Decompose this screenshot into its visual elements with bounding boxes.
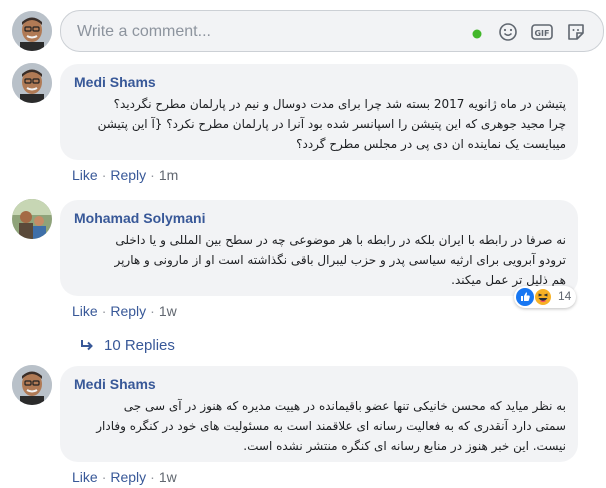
- comment-line: به نظر میاید که محسن خانیکی تنها عضو باق…: [123, 399, 566, 413]
- comment-line: نیست. این خبر هنوز در منابع رسانه ای کنگ…: [243, 439, 566, 453]
- reaction-summary[interactable]: 14: [514, 286, 576, 308]
- comment-text: پتیشن در ماه ژانویه 2017 بسته شد چرا برا…: [72, 94, 566, 154]
- emoji-icon[interactable]: [498, 22, 518, 42]
- comment-bubble: Medi Shams به نظر میاید که محسن خانیکی ت…: [60, 366, 578, 462]
- reply-button[interactable]: Reply: [110, 469, 146, 485]
- reply-arrow-icon: [80, 338, 94, 358]
- commenter-avatar[interactable]: [12, 365, 52, 405]
- like-reaction-icon: [516, 288, 534, 311]
- comment-composer[interactable]: GIF: [60, 10, 604, 52]
- comment-line: سمتی دارد آنقدری که به فعالیت رسانه ای ع…: [96, 419, 566, 433]
- online-dot-icon: [472, 26, 482, 39]
- comment-text: نه صرفا در رابطه با ایران بلکه در رابطه …: [72, 230, 566, 290]
- comment-line: چرا مجید جوهری که این پتیشن را اسپانسر ش…: [97, 117, 566, 131]
- gif-icon[interactable]: GIF: [531, 22, 553, 42]
- reply-button[interactable]: Reply: [110, 303, 146, 319]
- like-button[interactable]: Like: [72, 303, 98, 319]
- svg-text:GIF: GIF: [534, 29, 549, 38]
- comment-line: میبایست یک نماینده ان دی پی در مجلس مطرح…: [296, 137, 566, 151]
- comment-author[interactable]: Medi Shams: [74, 72, 566, 92]
- comment-bubble: Medi Shams پتیشن در ماه ژانویه 2017 بسته…: [60, 64, 578, 160]
- commenter-avatar[interactable]: [12, 63, 52, 103]
- comment-author[interactable]: Medi Shams: [74, 374, 566, 394]
- current-user-avatar[interactable]: [12, 11, 52, 51]
- sticker-icon[interactable]: [566, 22, 586, 42]
- comment-line: نه صرفا در رابطه با ایران بلکه در رابطه …: [115, 233, 566, 247]
- comment-line: پتیشن در ماه ژانویه 2017 بسته شد چرا برا…: [113, 97, 566, 111]
- haha-reaction-icon: [534, 288, 552, 311]
- reply-button[interactable]: Reply: [110, 167, 146, 183]
- comment-actions: Like · Reply · 1m: [72, 167, 179, 183]
- comment-text: به نظر میاید که محسن خانیکی تنها عضو باق…: [72, 396, 566, 456]
- view-replies-link[interactable]: 10 Replies: [80, 336, 175, 356]
- comment-line: هم ذلیل تر عمل میکند.: [451, 273, 566, 287]
- comment-line: ترودو آبرویی برای ارثیه سیاسی پدر و حزب …: [114, 253, 566, 267]
- like-button[interactable]: Like: [72, 469, 98, 485]
- reaction-count: 14: [558, 289, 572, 303]
- comment-bubble: Mohamad Solymani نه صرفا در رابطه با ایر…: [60, 200, 578, 296]
- comment-author[interactable]: Mohamad Solymani: [74, 208, 566, 228]
- replies-count-label[interactable]: 10 Replies: [104, 337, 175, 354]
- commenter-avatar[interactable]: [12, 199, 52, 239]
- comment-timestamp[interactable]: 1m: [159, 167, 178, 183]
- comment-input[interactable]: [75, 20, 439, 44]
- comment-actions: Like · Reply · 1w: [72, 469, 177, 485]
- like-button[interactable]: Like: [72, 167, 98, 183]
- comment-timestamp[interactable]: 1w: [159, 469, 177, 485]
- comment-timestamp[interactable]: 1w: [159, 303, 177, 319]
- comment-actions: Like · Reply · 1w: [72, 303, 177, 319]
